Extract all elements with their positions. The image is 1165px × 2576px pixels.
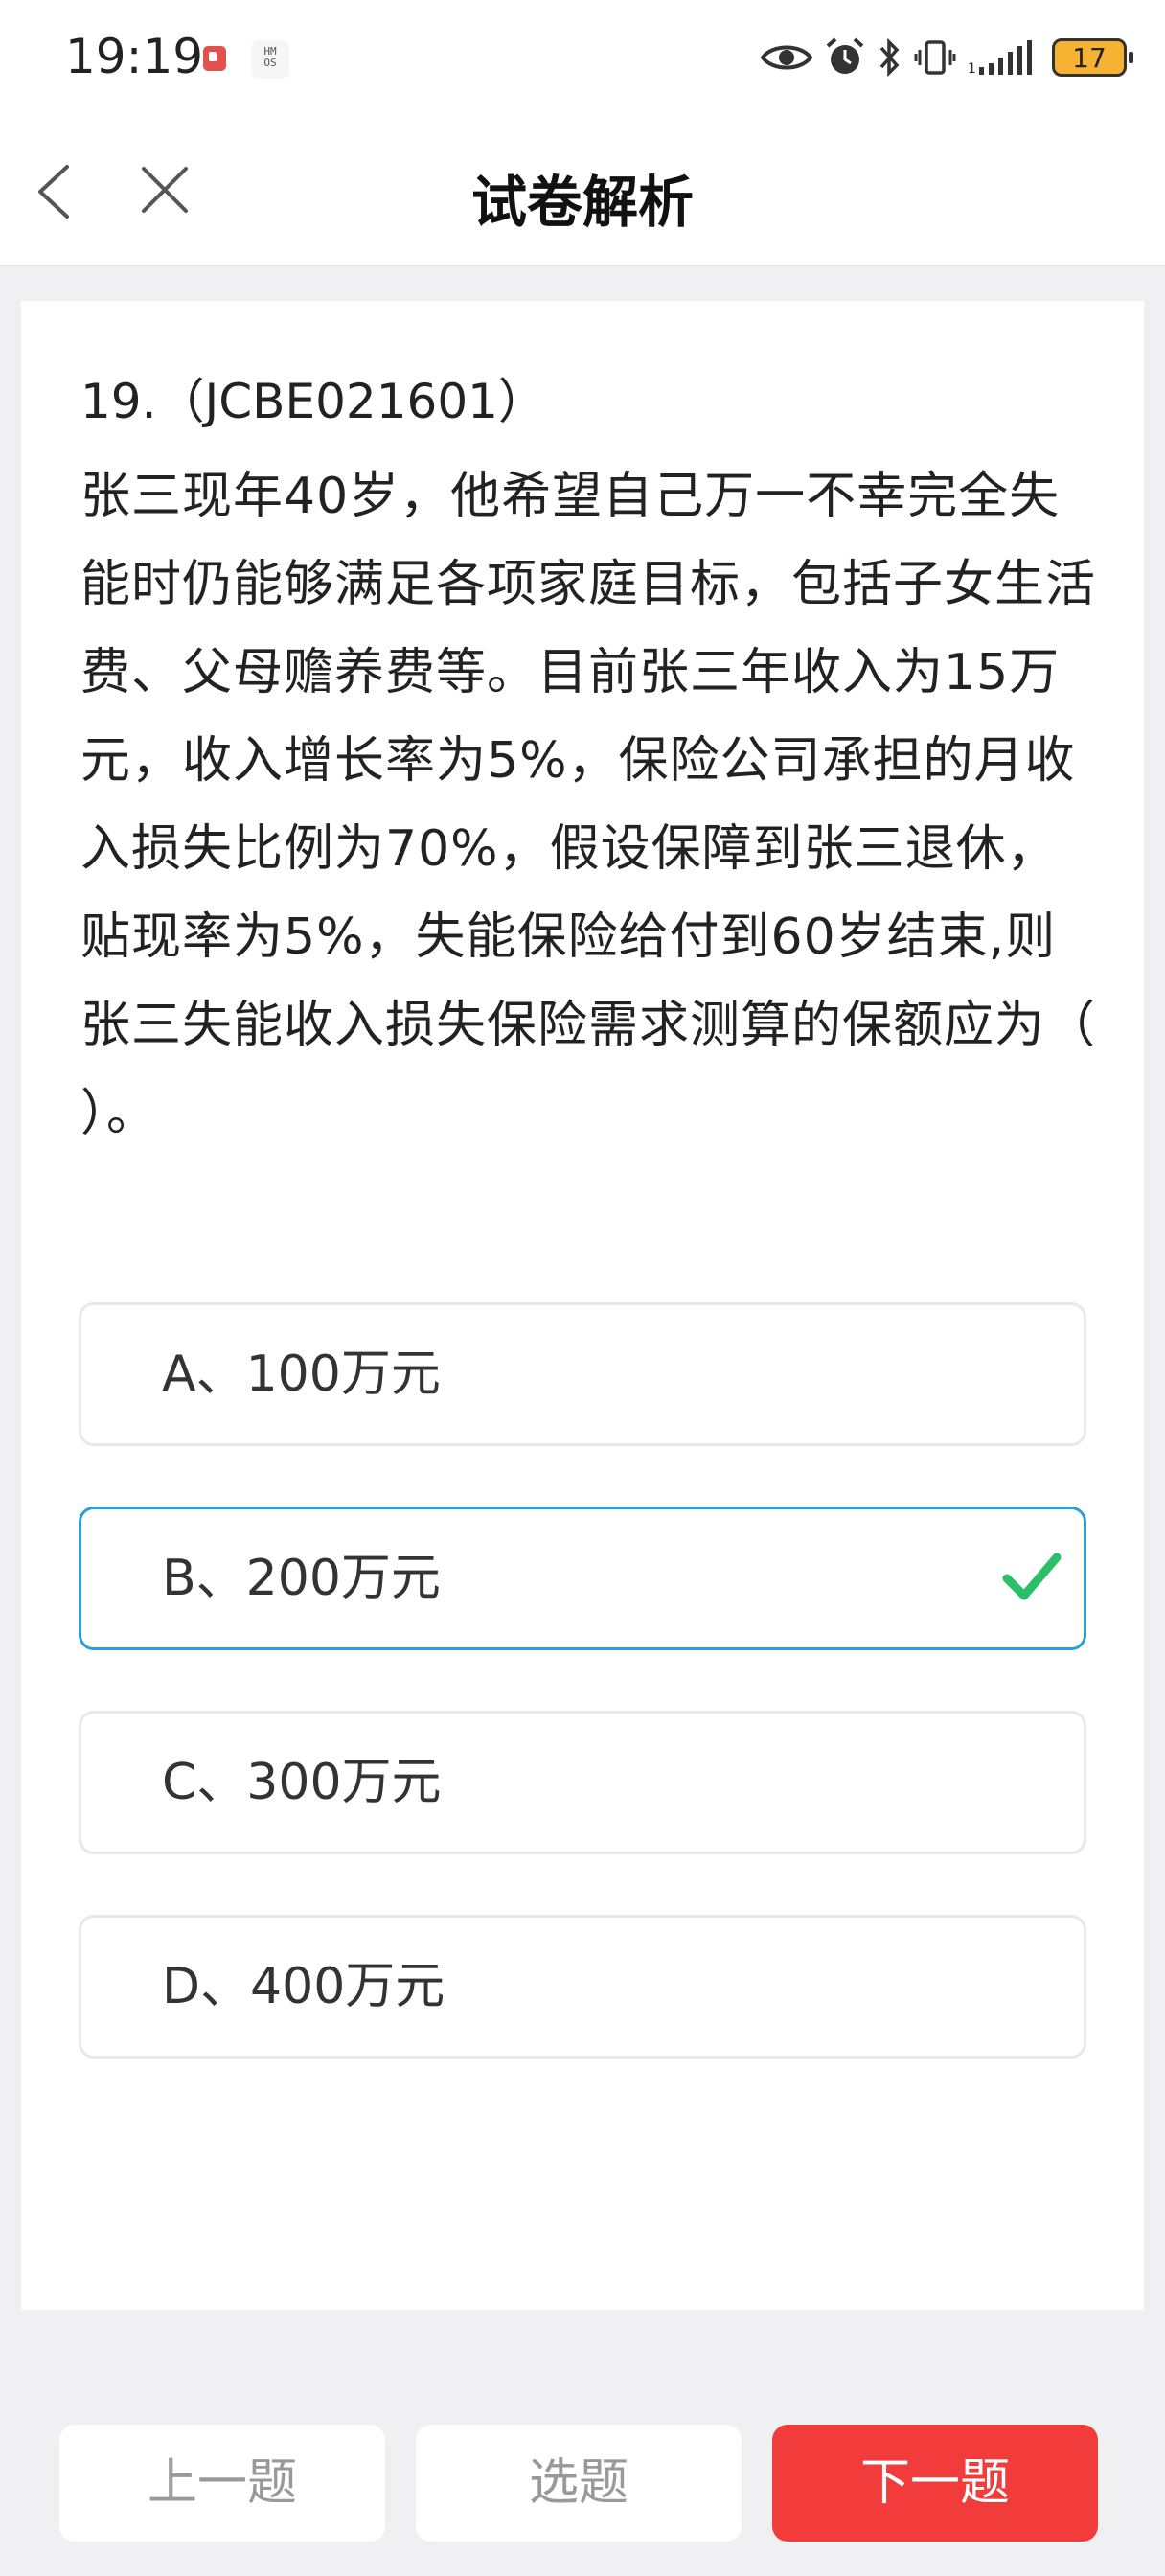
bluetooth-icon bbox=[878, 36, 902, 79]
question-number: 19.（JCBE021601） bbox=[80, 374, 546, 429]
status-bar: 19:19 HM OS 1 17 bbox=[0, 0, 1165, 115]
battery-indicator: 17 bbox=[1052, 38, 1133, 77]
status-icons: 1 17 bbox=[761, 31, 1133, 84]
bottom-bar: 上一题 选题 下一题 bbox=[0, 2310, 1165, 2576]
check-icon bbox=[1001, 1546, 1062, 1607]
option-label: B、200万元 bbox=[162, 1550, 441, 1607]
option-label: A、100万元 bbox=[162, 1346, 441, 1403]
prev-question-button[interactable]: 上一题 bbox=[59, 2425, 385, 2542]
app-notification-icon bbox=[203, 46, 226, 71]
alarm-icon bbox=[824, 36, 866, 79]
vibrate-icon bbox=[914, 36, 956, 79]
option-d[interactable]: D、400万元 bbox=[79, 1915, 1086, 2058]
select-question-button[interactable]: 选题 bbox=[416, 2425, 742, 2542]
option-label: D、400万元 bbox=[162, 1958, 445, 2015]
next-question-button[interactable]: 下一题 bbox=[772, 2425, 1098, 2542]
svg-text:1: 1 bbox=[968, 61, 976, 77]
question-card: 19.（JCBE021601） 张三现年40岁，他希望自己万一不幸完全失能时仍能… bbox=[21, 301, 1144, 2310]
hmos-badge-icon: HM OS bbox=[251, 40, 289, 79]
eye-icon bbox=[761, 40, 812, 75]
question-text: 张三现年40岁，他希望自己万一不幸完全失能时仍能够满足各项家庭目标，包括子女生活… bbox=[80, 468, 1097, 1142]
status-time: 19:19 bbox=[65, 29, 204, 84]
page-title: 试卷解析 bbox=[470, 170, 694, 235]
option-b[interactable]: B、200万元 bbox=[79, 1506, 1086, 1650]
option-c[interactable]: C、300万元 bbox=[79, 1711, 1086, 1854]
signal-icon: 1 bbox=[968, 38, 1040, 77]
option-label: C、300万元 bbox=[162, 1754, 442, 1811]
nav-bar: 试卷解析 bbox=[0, 115, 1165, 266]
option-a[interactable]: A、100万元 bbox=[79, 1302, 1086, 1446]
